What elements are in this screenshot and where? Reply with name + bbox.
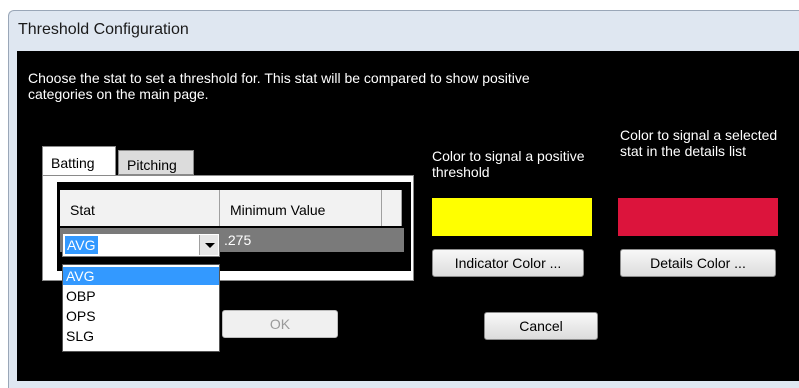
stat-combobox[interactable]: AVG bbox=[62, 233, 220, 257]
indicator-color-button[interactable]: Indicator Color ... bbox=[432, 249, 584, 277]
selected-color-swatch bbox=[618, 198, 778, 236]
tab-pitching[interactable]: Pitching bbox=[118, 150, 194, 175]
dropdown-option-slg[interactable]: SLG bbox=[63, 327, 219, 345]
cancel-button[interactable]: Cancel bbox=[484, 312, 598, 340]
positive-color-label: Color to signal a positive threshold bbox=[432, 148, 585, 180]
window-title: Threshold Configuration bbox=[18, 21, 189, 38]
dropdown-option-avg[interactable]: AVG bbox=[63, 267, 219, 285]
column-header-filler bbox=[382, 190, 402, 226]
dropdown-option-obp[interactable]: OBP bbox=[63, 287, 219, 305]
tab-batting[interactable]: Batting bbox=[42, 146, 116, 176]
positive-color-swatch bbox=[432, 198, 592, 236]
ok-button[interactable]: OK bbox=[222, 310, 338, 338]
column-header-minimum-value[interactable]: Minimum Value bbox=[220, 190, 382, 226]
chevron-down-icon[interactable] bbox=[199, 235, 218, 255]
dropdown-option-ops[interactable]: OPS bbox=[63, 307, 219, 325]
details-color-button[interactable]: Details Color ... bbox=[620, 249, 776, 277]
stat-dropdown-list: AVG OBP OPS SLG bbox=[62, 264, 220, 352]
stat-combobox-value: AVG bbox=[65, 236, 98, 254]
window-bottom-frame bbox=[17, 381, 799, 388]
selected-color-label: Color to signal a selected stat in the d… bbox=[620, 127, 778, 159]
grid-cell-minimum-value[interactable]: .275 bbox=[220, 228, 404, 252]
instructions-text: Choose the stat to set a threshold for. … bbox=[28, 70, 530, 102]
column-header-stat[interactable]: Stat bbox=[60, 190, 220, 226]
